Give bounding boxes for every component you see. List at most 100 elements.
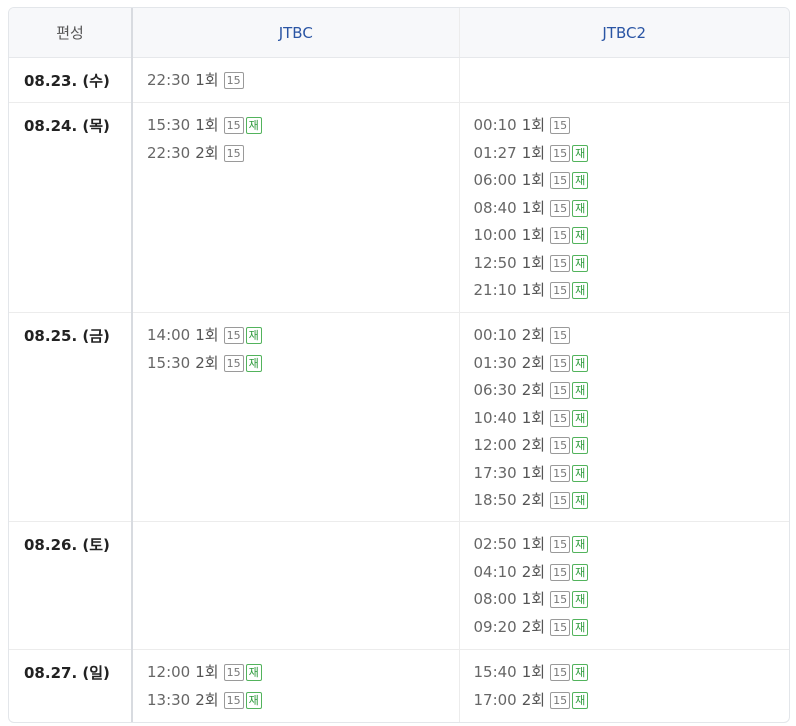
episode-number: 1회 <box>521 663 546 681</box>
schedule-row: 08.26. (토) 02:50 1회 15 재 04:10 2회 15 재 08:00 1회 15 재… <box>9 521 790 650</box>
jtbc-cell: 15:30 1회 15 재 22:30 2회 15 <box>132 102 459 313</box>
airing-slot: 10:40 1회 15 재 <box>474 408 790 436</box>
jtbc2-cell: 02:50 1회 15 재 04:10 2회 15 재 08:00 1회 15 재 09:20 2회 15 재 <box>458 521 790 650</box>
rerun-badge: 재 <box>245 117 262 134</box>
age-rating-15-badge: 15 <box>550 354 571 372</box>
airing-slot: 17:30 1회 15 재 <box>474 463 790 491</box>
episode-number: 1회 <box>521 535 546 553</box>
rerun-badge: 재 <box>572 492 589 509</box>
air-time: 17:30 <box>473 463 517 482</box>
airing-slot: 15:30 2회 15 재 <box>147 353 459 381</box>
air-time: 00:10 <box>473 116 517 134</box>
rerun-badge: 재 <box>572 354 589 372</box>
airing-slot: 17:00 2회 15 재 <box>474 690 790 718</box>
airing-slot: 18:50 2회 15 재 <box>474 490 790 518</box>
episode-number: 1회 <box>521 463 546 482</box>
episode-number: 2회 <box>521 353 546 372</box>
rerun-badge: 재 <box>572 618 589 636</box>
air-time: 15:40 <box>473 663 517 681</box>
age-rating-15-badge: 15 <box>550 327 571 344</box>
air-time: 08:00 <box>473 590 517 608</box>
airing-slot: 22:30 2회 15 <box>147 143 459 171</box>
air-time: 02:50 <box>473 535 517 553</box>
age-rating-15-badge: 15 <box>550 117 571 134</box>
episode-number: 2회 <box>521 381 546 399</box>
episode-number: 1회 <box>521 281 546 299</box>
age-rating-15-badge: 15 <box>550 172 571 189</box>
rerun-badge: 재 <box>572 563 589 581</box>
air-time: 04:10 <box>473 562 517 581</box>
jtbc-cell: 14:00 1회 15 재 15:30 2회 15 재 <box>132 312 459 522</box>
row-date: 08.27. (일) <box>9 649 133 722</box>
age-rating-15-badge: 15 <box>223 664 244 681</box>
rerun-badge: 재 <box>572 172 589 189</box>
row-date: 08.25. (금) <box>9 312 133 522</box>
air-time: 15:30 <box>147 116 191 134</box>
air-time: 10:00 <box>473 226 517 244</box>
age-rating-15-badge: 15 <box>550 591 571 608</box>
rerun-badge: 재 <box>572 691 589 709</box>
age-rating-15-badge: 15 <box>223 354 244 372</box>
rerun-badge: 재 <box>245 354 262 372</box>
airing-slot: 15:30 1회 15 재 <box>147 115 459 143</box>
airing-slot: 09:20 2회 15 재 <box>474 617 790 645</box>
age-rating-15-badge: 15 <box>550 618 571 636</box>
broadcast-schedule-table: 편성 JTBC JTBC2 08.23. (수) 22:30 1회 15 08.24. … <box>9 8 789 722</box>
episode-number: 1회 <box>521 253 546 272</box>
air-time: 22:30 <box>147 71 191 89</box>
rerun-badge: 재 <box>245 327 262 344</box>
airing-slot: 08:40 1회 15 재 <box>474 198 790 226</box>
age-rating-15-badge: 15 <box>550 199 571 217</box>
header-jtbc2: JTBC2 <box>458 8 789 58</box>
row-date: 08.23. (수) <box>9 57 133 103</box>
age-rating-15-badge: 15 <box>550 536 571 553</box>
airing-slot: 15:40 1회 15 재 <box>474 662 790 690</box>
episode-number: 2회 <box>521 617 546 636</box>
air-time: 18:50 <box>473 491 517 509</box>
rerun-badge: 재 <box>572 664 589 681</box>
episode-number: 1회 <box>521 408 546 427</box>
age-rating-15-badge: 15 <box>550 382 571 399</box>
episode-number: 1회 <box>521 171 546 189</box>
age-rating-15-badge: 15 <box>550 282 571 299</box>
age-rating-15-badge: 15 <box>550 227 571 244</box>
airing-slot: 12:00 2회 15 재 <box>474 435 790 463</box>
air-time: 06:30 <box>473 381 517 399</box>
air-time: 09:20 <box>473 617 517 636</box>
age-rating-15-badge: 15 <box>223 327 244 344</box>
age-rating-15-badge: 15 <box>223 117 244 134</box>
rerun-badge: 재 <box>572 409 589 427</box>
air-time: 12:00 <box>473 436 517 454</box>
episode-number: 1회 <box>195 116 219 134</box>
air-time: 21:10 <box>473 281 517 299</box>
age-rating-15-badge: 15 <box>550 437 571 454</box>
episode-number: 2회 <box>521 690 546 709</box>
episode-number: 2회 <box>195 690 219 709</box>
airing-slot: 10:00 1회 15 재 <box>474 225 790 253</box>
air-time: 15:30 <box>147 353 191 372</box>
age-rating-15-badge: 15 <box>550 563 571 581</box>
air-time: 17:00 <box>473 690 517 709</box>
schedule-row: 08.25. (금) 14:00 1회 15 재 15:30 2회 15 재 00:10 2회 15 0… <box>9 312 790 522</box>
airing-slot: 02:50 1회 15 재 <box>474 534 790 562</box>
age-rating-15-badge: 15 <box>550 492 571 509</box>
episode-number: 1회 <box>195 663 219 681</box>
airing-slot: 12:50 1회 15 재 <box>474 253 790 281</box>
age-rating-15-badge: 15 <box>550 464 571 482</box>
rerun-badge: 재 <box>572 144 589 162</box>
age-rating-15-badge: 15 <box>550 254 571 272</box>
episode-number: 1회 <box>195 326 219 344</box>
air-time: 00:10 <box>473 326 517 344</box>
jtbc2-cell: 00:10 2회 15 01:30 2회 15 재 06:30 2회 15 재 10:40 1회 15 재 1… <box>458 312 790 522</box>
rerun-badge: 재 <box>572 199 589 217</box>
header-schedule: 편성 <box>9 8 133 58</box>
jtbc2-cell: 00:10 1회 15 01:27 1회 15 재 06:00 1회 15 재 08:40 1회 15 재 1… <box>458 102 790 313</box>
age-rating-15-badge: 15 <box>550 409 571 427</box>
row-date: 08.26. (토) <box>9 521 133 650</box>
rerun-badge: 재 <box>572 437 589 454</box>
age-rating-15-badge: 15 <box>550 664 571 681</box>
air-time: 01:27 <box>473 143 517 162</box>
rerun-badge: 재 <box>572 536 589 553</box>
episode-number: 1회 <box>521 198 546 217</box>
airing-slot: 04:10 2회 15 재 <box>474 562 790 590</box>
